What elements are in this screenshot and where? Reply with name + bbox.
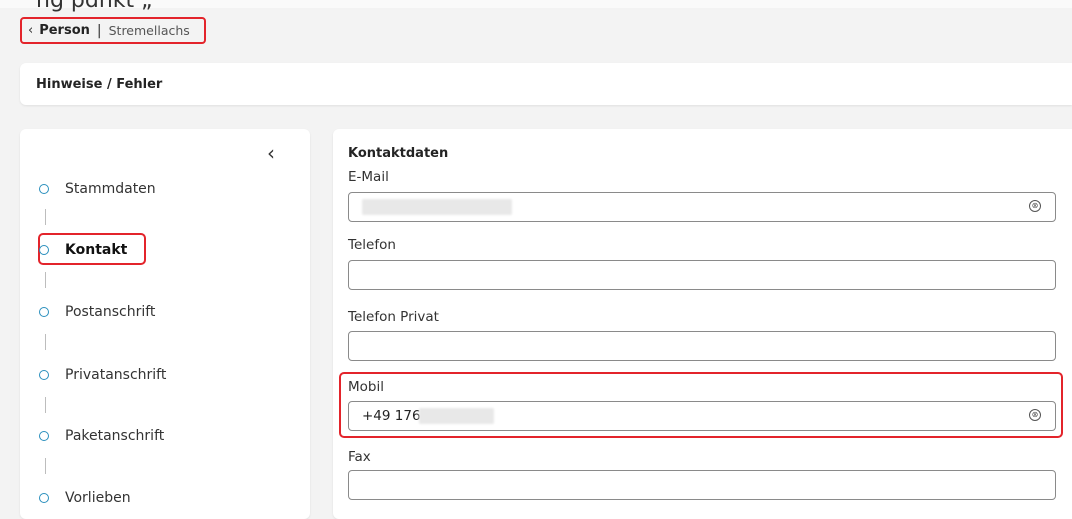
step-label: Privatanschrift: [65, 367, 167, 383]
step-postanschrift[interactable]: Postanschrift: [39, 304, 155, 320]
step-circle-icon: [39, 307, 49, 317]
telefon-field[interactable]: [348, 260, 1056, 290]
top-strip: ng pdnkt „: [0, 0, 1072, 13]
chevron-left-icon[interactable]: ‹: [28, 23, 33, 38]
hints-title: Hinweise / Fehler: [36, 77, 163, 92]
top-cropped-text: ng pdnkt „: [36, 0, 153, 13]
mobil-label: Mobil: [348, 379, 384, 395]
step-vorlieben[interactable]: Vorlieben: [39, 490, 131, 506]
hints-panel[interactable]: Hinweise / Fehler: [20, 63, 1072, 105]
telefon-privat-label: Telefon Privat: [348, 309, 439, 325]
step-label: Stammdaten: [65, 181, 156, 197]
step-nav-panel: ‹ Stammdaten Kontakt Postanschrift Priva…: [20, 129, 310, 519]
email-label: E-Mail: [348, 169, 389, 185]
step-circle-icon: [39, 493, 49, 503]
breadcrumb-person[interactable]: Person: [39, 23, 90, 38]
fax-field[interactable]: [348, 470, 1056, 500]
collapse-chevron-icon[interactable]: ‹: [267, 143, 275, 163]
fax-label: Fax: [348, 449, 371, 465]
step-connector: [45, 209, 46, 225]
step-circle-icon: [39, 184, 49, 194]
step-circle-icon: [39, 370, 49, 380]
breadcrumb-separator: |: [96, 22, 102, 39]
email-field[interactable]: ⊗: [348, 192, 1056, 222]
telefon-label: Telefon: [348, 237, 396, 253]
step-paketanschrift[interactable]: Paketanschrift: [39, 428, 164, 444]
step-connector: [45, 334, 46, 350]
clear-icon[interactable]: ⊗: [1029, 200, 1041, 212]
breadcrumb-current: Stremellachs: [108, 23, 190, 38]
step-connector: [45, 397, 46, 413]
contact-form-panel: Kontaktdaten E-Mail ⊗ Telefon Telefon Pr…: [333, 129, 1072, 519]
step-label: Vorlieben: [65, 490, 131, 506]
breadcrumb: ‹ Person | Stremellachs: [20, 17, 206, 44]
step-connector: [45, 458, 46, 474]
mobil-field[interactable]: +49 176 ⊗: [348, 401, 1056, 431]
redacted-value: [362, 199, 512, 215]
step-privatanschrift[interactable]: Privatanschrift: [39, 367, 166, 383]
clear-icon[interactable]: ⊗: [1029, 409, 1041, 421]
step-stammdaten[interactable]: Stammdaten: [39, 181, 156, 197]
step-label: Paketanschrift: [65, 428, 165, 444]
section-title: Kontaktdaten: [348, 146, 449, 161]
step-kontakt[interactable]: Kontakt: [39, 242, 127, 258]
mobil-value: +49 176: [362, 408, 421, 424]
step-circle-icon: [39, 431, 49, 441]
telefon-privat-field[interactable]: [348, 331, 1056, 361]
step-label: Kontakt: [65, 242, 128, 258]
step-label: Postanschrift: [65, 304, 156, 320]
step-circle-icon: [39, 245, 49, 255]
step-connector: [45, 272, 46, 288]
redacted-value: [419, 408, 494, 424]
